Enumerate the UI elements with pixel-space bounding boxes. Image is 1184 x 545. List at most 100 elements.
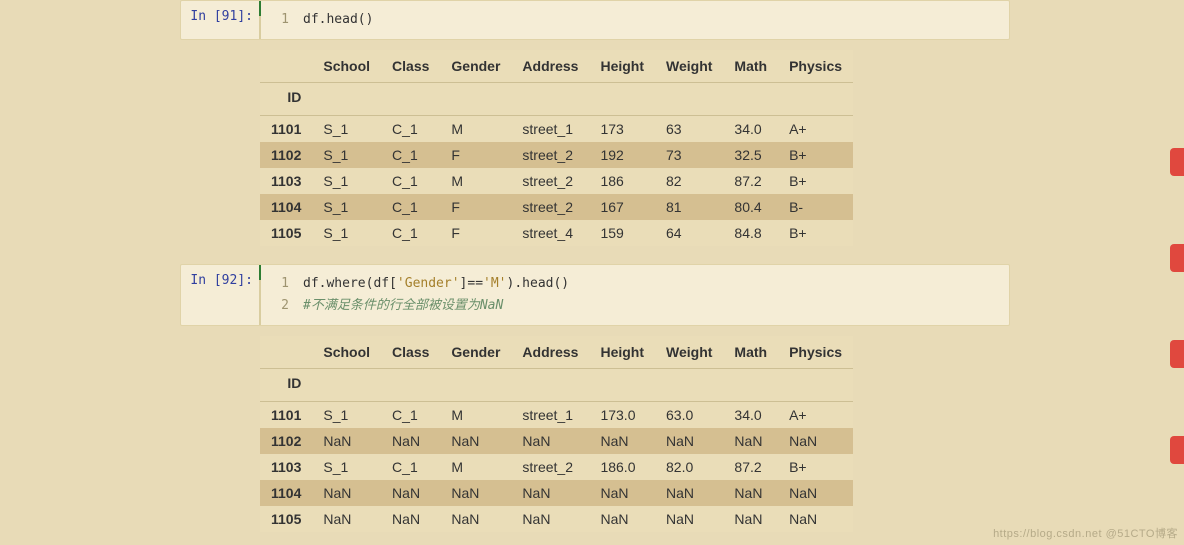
column-header: Physics xyxy=(778,336,853,369)
column-header: Gender xyxy=(440,50,511,83)
table-cell: S_1 xyxy=(312,168,381,194)
row-index: 1105 xyxy=(260,506,312,532)
table-cell: NaN xyxy=(723,480,778,506)
column-header: Math xyxy=(723,50,778,83)
table-cell: F xyxy=(440,142,511,168)
table-cell: NaN xyxy=(511,480,589,506)
table-cell: NaN xyxy=(440,506,511,532)
code-text: df.head() xyxy=(303,9,373,31)
table-cell: 192 xyxy=(589,142,655,168)
column-header xyxy=(260,336,312,369)
column-header: Height xyxy=(589,336,655,369)
column-header-blank xyxy=(312,369,381,402)
table-cell: NaN xyxy=(511,428,589,454)
column-header: Gender xyxy=(440,336,511,369)
table-cell: S_1 xyxy=(312,194,381,220)
output-area: SchoolClassGenderAddressHeightWeightMath… xyxy=(260,50,1010,246)
code-block[interactable]: 1 df.head() xyxy=(259,1,1009,39)
table-cell: B+ xyxy=(778,168,853,194)
code-block[interactable]: 1 df.where(df['Gender']=='M').head() 2 #… xyxy=(259,265,1009,325)
table-cell: NaN xyxy=(778,428,853,454)
table-cell: F xyxy=(440,194,511,220)
column-header: Weight xyxy=(655,50,723,83)
table-cell: NaN xyxy=(381,428,440,454)
table-cell: 87.2 xyxy=(723,168,778,194)
table-cell: NaN xyxy=(312,428,381,454)
table-cell: 84.8 xyxy=(723,220,778,246)
table-cell: NaN xyxy=(778,506,853,532)
table-cell: C_1 xyxy=(381,142,440,168)
table-cell: NaN xyxy=(655,506,723,532)
code-text: #不满足条件的行全部被设置为NaN xyxy=(303,295,503,317)
table-cell: NaN xyxy=(312,480,381,506)
table-row: 1102S_1C_1Fstreet_21927332.5B+ xyxy=(260,142,853,168)
column-header: Height xyxy=(589,50,655,83)
table-cell: S_1 xyxy=(312,454,381,480)
column-header: Class xyxy=(381,336,440,369)
table-cell: NaN xyxy=(723,506,778,532)
table-cell: NaN xyxy=(440,428,511,454)
column-header: Address xyxy=(511,50,589,83)
table-cell: NaN xyxy=(589,480,655,506)
table-row: 1104S_1C_1Fstreet_21678180.4B- xyxy=(260,194,853,220)
column-header: Weight xyxy=(655,336,723,369)
line-number: 1 xyxy=(265,273,303,295)
table-row: 1104NaNNaNNaNNaNNaNNaNNaNNaN xyxy=(260,480,853,506)
table-cell: 81 xyxy=(655,194,723,220)
code-cell: In [92]: 1 df.where(df['Gender']=='M').h… xyxy=(180,264,1010,532)
table-cell: M xyxy=(440,454,511,480)
table-cell: 186 xyxy=(589,168,655,194)
row-index: 1104 xyxy=(260,480,312,506)
code-line: 1 df.where(df['Gender']=='M').head() xyxy=(265,273,1009,295)
table-row: 1101S_1C_1Mstreet_1173.063.034.0A+ xyxy=(260,402,853,429)
side-action-button[interactable] xyxy=(1170,148,1184,176)
table-cell: 82 xyxy=(655,168,723,194)
table-cell: 32.5 xyxy=(723,142,778,168)
column-header-blank xyxy=(589,369,655,402)
table-cell: NaN xyxy=(655,428,723,454)
watermark-text: https://blog.csdn.net @51CTO博客 xyxy=(993,525,1178,541)
table-cell: S_1 xyxy=(312,220,381,246)
table-cell: street_1 xyxy=(511,402,589,429)
column-header-blank xyxy=(589,83,655,116)
table-cell: 173.0 xyxy=(589,402,655,429)
row-index: 1103 xyxy=(260,454,312,480)
row-index: 1101 xyxy=(260,116,312,143)
table-row: 1102NaNNaNNaNNaNNaNNaNNaNNaN xyxy=(260,428,853,454)
table-row: 1101S_1C_1Mstreet_11736334.0A+ xyxy=(260,116,853,143)
table-cell: street_2 xyxy=(511,194,589,220)
input-area: In [92]: 1 df.where(df['Gender']=='M').h… xyxy=(180,264,1010,326)
table-cell: NaN xyxy=(381,480,440,506)
column-header: School xyxy=(312,336,381,369)
row-index: 1103 xyxy=(260,168,312,194)
table-row: 1103S_1C_1Mstreet_2186.082.087.2B+ xyxy=(260,454,853,480)
side-action-button[interactable] xyxy=(1170,436,1184,464)
column-header-blank xyxy=(778,369,853,402)
table-cell: 73 xyxy=(655,142,723,168)
table-cell: B- xyxy=(778,194,853,220)
table-cell: NaN xyxy=(312,506,381,532)
table-cell: M xyxy=(440,402,511,429)
side-action-button[interactable] xyxy=(1170,340,1184,368)
table-cell: NaN xyxy=(381,506,440,532)
table-cell: M xyxy=(440,168,511,194)
dataframe-table: SchoolClassGenderAddressHeightWeightMath… xyxy=(260,50,853,246)
table-cell: 34.0 xyxy=(723,116,778,143)
side-action-button[interactable] xyxy=(1170,244,1184,272)
row-index: 1102 xyxy=(260,142,312,168)
table-cell: NaN xyxy=(440,480,511,506)
code-cell: In [91]: 1 df.head() SchoolClassGenderAd… xyxy=(180,0,1010,246)
table-cell: 82.0 xyxy=(655,454,723,480)
table-cell: B+ xyxy=(778,142,853,168)
table-cell: C_1 xyxy=(381,116,440,143)
line-number: 2 xyxy=(265,295,303,317)
table-cell: street_2 xyxy=(511,454,589,480)
table-cell: 63.0 xyxy=(655,402,723,429)
table-row: 1103S_1C_1Mstreet_21868287.2B+ xyxy=(260,168,853,194)
row-index: 1105 xyxy=(260,220,312,246)
column-header-blank xyxy=(381,83,440,116)
row-index: 1101 xyxy=(260,402,312,429)
table-cell: C_1 xyxy=(381,168,440,194)
column-header-blank xyxy=(723,83,778,116)
table-cell: street_1 xyxy=(511,116,589,143)
